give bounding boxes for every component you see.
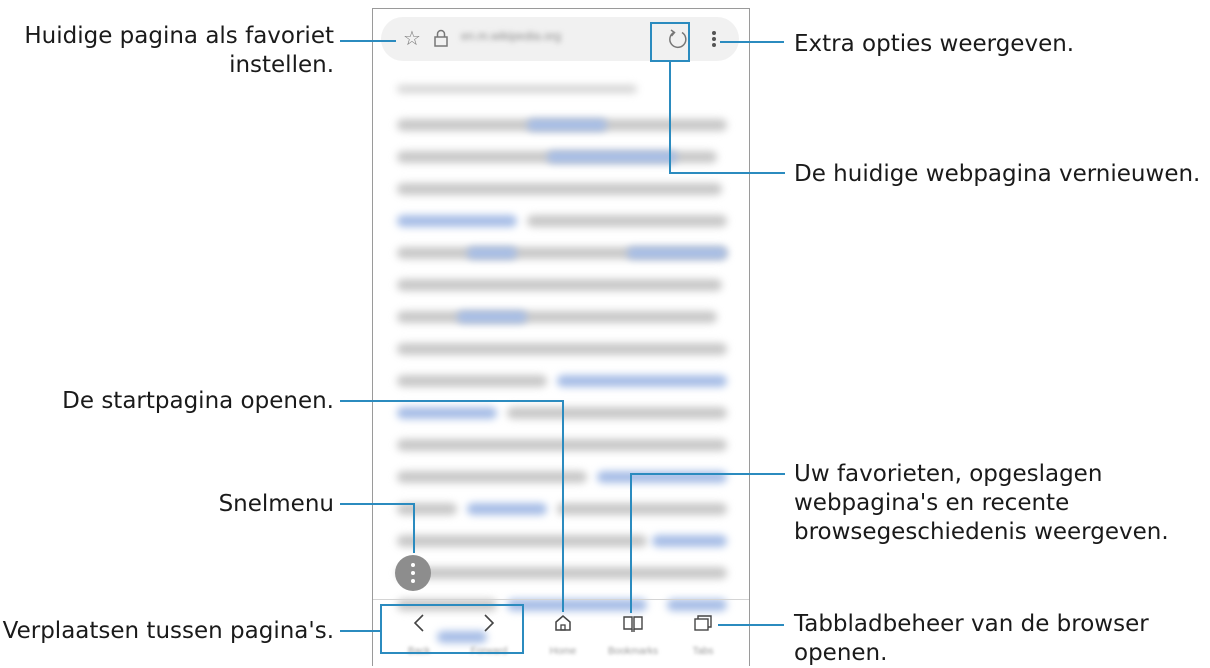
content-line [507,407,727,419]
callout-quick-menu: Snelmenu [218,491,334,517]
leader-line-bookmarks-v [630,473,632,613]
content-line [397,343,727,355]
home-label: Home [549,646,577,657]
content-line [527,215,727,227]
home-icon [533,610,593,636]
leader-line-quick-menu-v [413,503,415,553]
leader-line-refresh-h [669,172,785,174]
callout-home: De startpagina openen. [62,388,334,414]
tabs-icon [673,610,733,636]
leader-line-quick-menu-h [340,503,415,505]
content-link[interactable] [547,151,677,163]
content-line [557,503,727,515]
content-line [397,183,722,195]
leader-line-favorite [340,40,396,42]
content-link[interactable] [397,407,497,419]
tabs-button[interactable]: Tabs [673,600,733,668]
url-text[interactable]: en.m.wikipedia.org [461,29,611,45]
bookmarks-button[interactable]: Bookmarks [603,600,663,668]
lock-icon [433,29,449,53]
callout-tabs: Tabbladbeheer van de browser openen. [794,611,1149,666]
content-link[interactable] [397,215,517,227]
content-link[interactable] [557,375,727,387]
navigation-highlight-box [380,604,524,654]
content-link[interactable] [527,119,607,131]
content-line [397,85,637,93]
content-line [397,535,647,547]
callout-navigate: Verplaatsen tussen pagina's. [2,618,334,644]
phone-screen: ☆ en.m.wikipedia.org Back Forward Home B… [372,8,750,666]
quick-menu-icon [411,563,415,583]
content-line [397,311,717,323]
callout-more-options: Extra opties weergeven. [794,31,1075,57]
quick-menu-button[interactable] [395,555,431,591]
callout-favorite: Huidige pagina als favoriet instellen. [24,23,334,78]
leader-line-more-options [720,41,784,43]
content-line [397,375,547,387]
leader-line-tabs [718,624,784,626]
leader-line-bookmarks-h [630,473,785,475]
callout-bookmarks: Uw favorieten, opgeslagen webpagina's en… [794,461,1169,545]
leader-line-navigate [340,630,380,632]
bookmarks-label: Bookmarks [607,646,658,657]
content-line [397,279,722,291]
content-line [397,471,587,483]
leader-line-home-h [340,400,564,402]
content-link[interactable] [652,535,727,547]
leader-line-refresh-v [669,62,671,174]
content-link[interactable] [627,247,727,259]
leader-line-home-v [562,400,564,612]
tabs-label: Tabs [692,646,714,657]
book-icon [603,610,663,636]
refresh-highlight-box [650,22,690,62]
content-link[interactable] [457,311,527,323]
more-vertical-icon[interactable] [711,29,717,53]
content-link[interactable] [467,247,517,259]
content-link[interactable] [467,503,547,515]
star-icon[interactable]: ☆ [403,29,421,49]
callout-refresh: De huidige webpagina vernieuwen. [794,161,1201,187]
